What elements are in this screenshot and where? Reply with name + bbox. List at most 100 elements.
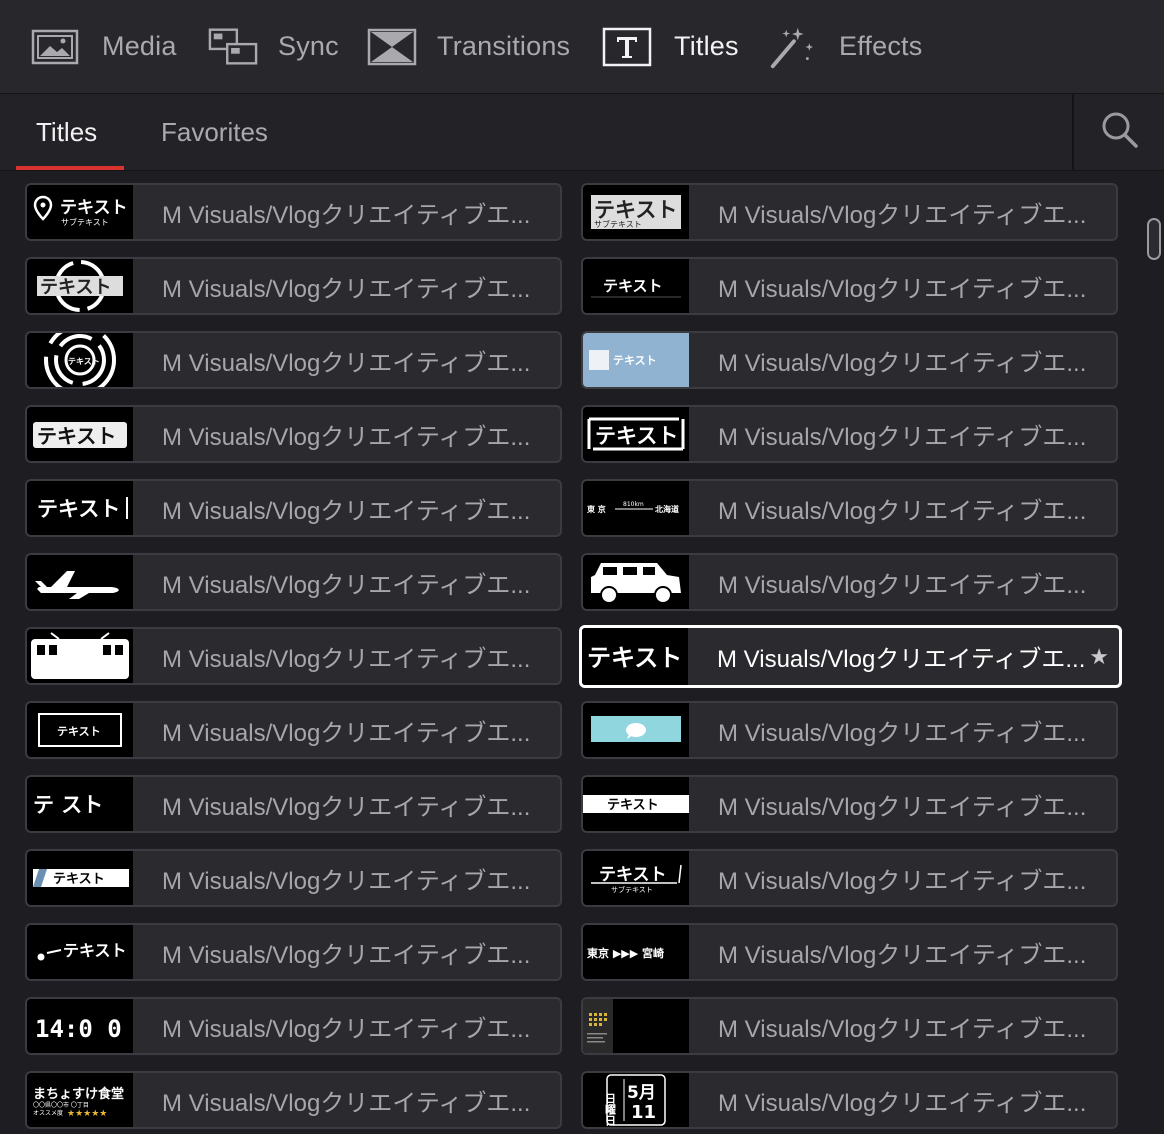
title-thumbnail: テキスト	[27, 333, 133, 387]
toolbar-media[interactable]: Media	[30, 0, 177, 93]
thumb-text: テキスト	[594, 198, 677, 222]
thumb-text: テキスト	[587, 644, 682, 672]
title-thumbnail: テキスト	[583, 407, 689, 461]
title-item[interactable]: 5月 日曜日 11 M Visuals/Vlogクリエイティブエ...	[581, 1071, 1118, 1129]
titles-grid: テキスト サブテキスト M Visuals/Vlogクリエイティブエ... テキス…	[0, 171, 1140, 1134]
scrollbar-thumb[interactable]	[1147, 218, 1161, 260]
thumb-text: テ スト	[33, 793, 103, 817]
car-icon	[591, 563, 681, 604]
thumb-subtext: サブテキスト	[61, 217, 109, 227]
thumb-subtext: サブテキスト	[594, 219, 642, 229]
title-item[interactable]: テキスト M Visuals/Vlogクリエイティブエ...	[581, 775, 1118, 833]
thumb-text: テキスト	[603, 277, 663, 295]
title-item[interactable]: テキスト M Visuals/Vlogクリエイティブエ...	[25, 331, 562, 389]
speech-bubble-icon	[591, 716, 681, 742]
title-item[interactable]: テキスト サブテキスト M Visuals/Vlogクリエイティブエ...	[581, 849, 1118, 907]
thumb-text: テキスト	[607, 798, 659, 813]
title-item-label: M Visuals/Vlogクリエイティブエ...	[162, 349, 531, 377]
title-item[interactable]: 14:0 0 M Visuals/Vlogクリエイティブエ...	[25, 997, 562, 1055]
title-item[interactable]: テキスト M Visuals/Vlogクリエイティブエ...	[581, 257, 1118, 315]
title-thumbnail: テキスト サブテキスト	[27, 185, 133, 239]
title-item[interactable]: 東 京 810km 北海道 M Visuals/Vlogクリエイティブエ...	[581, 479, 1118, 537]
title-thumbnail	[27, 629, 133, 683]
tab-titles[interactable]: Titles	[36, 94, 97, 170]
title-thumbnail: テキスト	[583, 777, 689, 831]
title-item[interactable]: テキスト M Visuals/Vlogクリエイティブエ...	[25, 257, 562, 315]
transitions-icon	[367, 26, 417, 68]
title-item[interactable]: テ スト M Visuals/Vlogクリエイティブエ...	[25, 775, 562, 833]
svg-text:★★★★★: ★★★★★	[67, 1109, 107, 1119]
title-item-label: M Visuals/Vlogクリエイティブエ...	[718, 867, 1087, 895]
toolbar-sync[interactable]: Sync	[208, 0, 339, 93]
title-item[interactable]: テキスト M Visuals/Vlogクリエイティブエ...	[581, 331, 1118, 389]
thumb-text: テキスト	[57, 725, 101, 738]
title-item-label: M Visuals/Vlogクリエイティブエ...	[162, 1015, 531, 1043]
title-item[interactable]: テキスト サブテキスト M Visuals/Vlogクリエイティブエ...	[25, 183, 562, 241]
title-item-label: M Visuals/Vlogクリエイティブエ...	[162, 423, 531, 451]
thumb-text-2: 11	[631, 1102, 656, 1123]
toolbar-transitions-label: Transitions	[437, 31, 571, 61]
toolbar-titles-label: Titles	[674, 31, 739, 61]
tab-favorites[interactable]: Favorites	[161, 94, 268, 170]
title-item[interactable]: M Visuals/Vlogクリエイティブエ...	[581, 701, 1118, 759]
toolbar-media-label: Media	[102, 31, 177, 61]
title-thumbnail	[27, 555, 133, 609]
title-item[interactable]: テキスト M Visuals/Vlogクリエイティブエ...	[581, 405, 1118, 463]
dots-grid-icon	[583, 999, 613, 1053]
search-icon	[1100, 110, 1140, 155]
title-item-label: M Visuals/Vlogクリエイティブエ...	[718, 719, 1087, 747]
thumb-text: テキスト	[613, 354, 657, 367]
title-thumbnail	[583, 703, 689, 757]
title-item[interactable]: テキスト M Visuals/Vlogクリエイティブエ...	[25, 701, 562, 759]
title-item-label: M Visuals/Vlogクリエイティブエ...	[718, 1015, 1087, 1043]
thumb-text-2: オススメ度	[33, 1109, 63, 1117]
title-item-label: M Visuals/Vlogクリエイティブエ...	[162, 497, 531, 525]
thumb-subtext: 810km	[623, 501, 644, 508]
title-item[interactable]: テキスト M Visuals/Vlogクリエイティブエ...	[25, 923, 562, 981]
title-thumbnail: 東 京 810km 北海道	[583, 481, 689, 535]
title-item-label: M Visuals/Vlogクリエイティブエ...	[718, 1089, 1087, 1117]
title-thumbnail: テキスト	[27, 481, 133, 535]
title-item[interactable]: テキスト M Visuals/Vlogクリエイティブエ...	[25, 849, 562, 907]
title-item-label: M Visuals/Vlogクリエイティブエ...	[718, 571, 1087, 599]
title-thumbnail	[583, 555, 689, 609]
top-toolbar: Media Sync Transitions Titles Effects	[0, 0, 1164, 94]
toolbar-effects[interactable]: Effects	[767, 0, 922, 93]
title-item[interactable]: 東京 ▶▶▶ 宮崎 M Visuals/Vlogクリエイティブエ...	[581, 923, 1118, 981]
scrollbar-track[interactable]	[1140, 171, 1164, 1134]
title-thumbnail	[583, 999, 689, 1053]
title-item-label: M Visuals/Vlogクリエイティブエ...	[718, 201, 1087, 229]
favorite-star-icon[interactable]: ★	[1089, 644, 1109, 670]
title-item[interactable]: M Visuals/Vlogクリエイティブエ...	[581, 997, 1118, 1055]
title-item-label: M Visuals/Vlogクリエイティブエ...	[162, 201, 531, 229]
toolbar-titles[interactable]: Titles	[602, 0, 739, 93]
toolbar-transitions[interactable]: Transitions	[367, 0, 570, 93]
title-thumbnail: テ スト	[27, 777, 133, 831]
title-thumbnail: テキスト	[27, 925, 133, 979]
title-thumbnail: テキスト	[27, 259, 133, 313]
title-thumbnail: テキスト	[583, 333, 689, 387]
media-icon	[30, 26, 80, 68]
title-item-label: M Visuals/Vlogクリエイティブエ...	[718, 793, 1087, 821]
title-item[interactable]: テキスト M Visuals/Vlogクリエイティブエ...	[25, 479, 562, 537]
title-thumbnail: テキスト	[582, 628, 688, 685]
thumb-text: テキスト	[37, 424, 116, 448]
active-tab-indicator	[16, 166, 124, 170]
title-item[interactable]: テキスト サブテキスト M Visuals/Vlogクリエイティブエ...	[581, 183, 1118, 241]
title-item[interactable]: M Visuals/Vlogクリエイティブエ...	[25, 627, 562, 685]
title-thumbnail: テキスト	[27, 851, 133, 905]
search-button[interactable]	[1072, 94, 1164, 170]
thumb-text: テキスト	[37, 497, 120, 521]
thumb-text: テキスト	[60, 198, 128, 218]
title-item-label: M Visuals/Vlogクリエイティブエ...	[162, 793, 531, 821]
title-item[interactable]: M Visuals/Vlogクリエイティブエ...	[581, 553, 1118, 611]
title-item-label: M Visuals/Vlogクリエイティブエ...	[162, 719, 531, 747]
train-icon	[31, 632, 129, 679]
title-item[interactable]: M Visuals/Vlogクリエイティブエ...	[25, 553, 562, 611]
title-item-selected[interactable]: テキスト M Visuals/Vlogクリエイティブエ... ★	[579, 625, 1122, 688]
title-item-label: M Visuals/Vlogクリエイティブエ...	[162, 941, 531, 969]
thumb-subtext: 〇〇県〇〇市 〇丁目	[33, 1101, 89, 1109]
title-item[interactable]: まちょすけ食堂 〇〇県〇〇市 〇丁目 オススメ度 ★★★★★ M Visuals/Vl…	[25, 1071, 562, 1129]
thumb-subtext: サブテキスト	[611, 885, 653, 894]
title-item[interactable]: テキスト M Visuals/Vlogクリエイティブエ...	[25, 405, 562, 463]
